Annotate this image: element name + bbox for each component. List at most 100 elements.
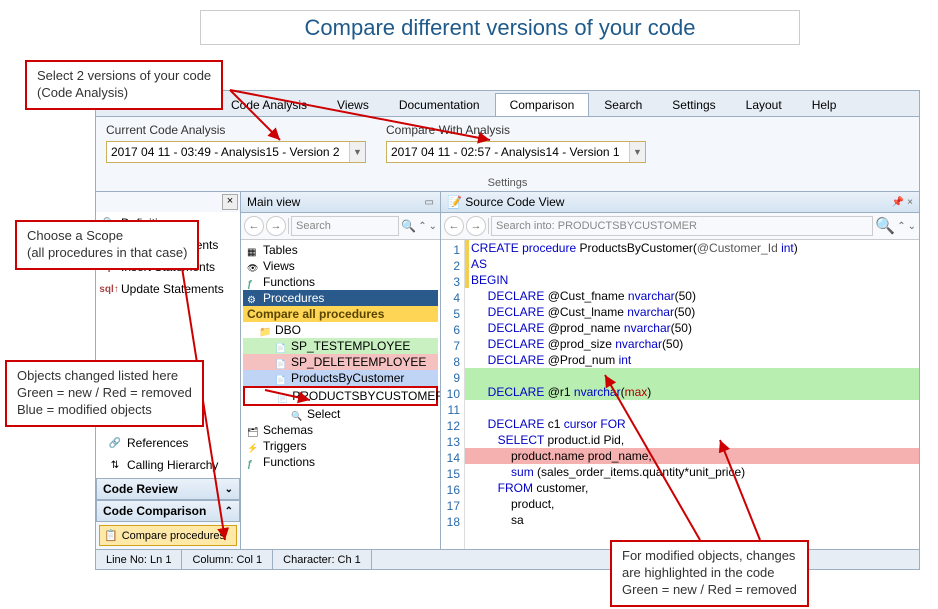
code-line: DECLARE @prod_size nvarchar(50) xyxy=(465,336,919,352)
tree-item-procedures[interactable]: Procedures xyxy=(243,290,438,306)
menu-tab-layout[interactable]: Layout xyxy=(731,93,797,116)
compare-analysis-combo[interactable]: 2017 04 11 - 02:57 - Analysis14 - Versio… xyxy=(386,141,646,163)
sp-icon xyxy=(275,340,287,352)
code-line: product, xyxy=(465,496,919,512)
tree-item-sp_deleteemployee[interactable]: SP_DELETEEMPLOYEE xyxy=(243,354,438,370)
code-line: SELECT product.id Pid, xyxy=(465,432,919,448)
folder-icon xyxy=(259,324,271,336)
references-item[interactable]: 🔗References xyxy=(102,432,234,454)
code-icon: 📝 xyxy=(447,195,462,209)
tree-item-productsbycustomer[interactable]: ProductsByCustomer xyxy=(243,370,438,386)
menu-tab-comparison[interactable]: Comparison xyxy=(495,93,590,116)
main-view-panel: Main view ▭ ← → Search 🔍 ⌃ ⌄ TablesViews… xyxy=(241,192,441,549)
tree-item-views[interactable]: Views xyxy=(243,258,438,274)
fn-icon xyxy=(247,276,259,288)
pin-icon[interactable]: 📌 xyxy=(892,197,904,208)
compare-procedures-button[interactable]: 📋Compare procedures xyxy=(99,525,237,546)
menu-tab-settings[interactable]: Settings xyxy=(657,93,730,116)
sp-icon xyxy=(275,372,287,384)
callout-choose-scope: Choose a Scope (all procedures in that c… xyxy=(15,220,199,270)
collapse-icon[interactable]: ⌄ xyxy=(908,221,916,232)
code-line: DECLARE c1 cursor FOR xyxy=(465,416,919,432)
fn-icon xyxy=(247,456,259,468)
code-line: FROM customer, xyxy=(465,480,919,496)
code-toolbar: ← → Search into: PRODUCTSBYCUSTOMER 🔍 ⌃ … xyxy=(441,213,919,240)
menu-tab-documentation[interactable]: Documentation xyxy=(384,93,495,116)
code-line: sa xyxy=(465,512,919,528)
code-line: DECLARE @Cust_fname nvarchar(50) xyxy=(465,288,919,304)
app-window: Code AnalysisViewsDocumentationCompariso… xyxy=(95,90,920,570)
forward-button[interactable]: → xyxy=(466,216,486,236)
sp-icon xyxy=(277,390,288,402)
collapse-icon[interactable]: ⌄ xyxy=(429,221,437,232)
code-line xyxy=(465,368,919,384)
tree-item-compare-all-procedures[interactable]: Compare all procedures xyxy=(243,306,438,322)
tree-item-sp_testemployee[interactable]: SP_TESTEMPLOYEE xyxy=(243,338,438,354)
status-char: Character: Ch 1 xyxy=(273,550,372,569)
main-view-header: Main view ▭ xyxy=(241,192,440,213)
tree-item-schemas[interactable]: Schemas xyxy=(243,422,438,438)
code-comparison-section[interactable]: Code Comparison⌃ xyxy=(96,500,240,522)
menu-tab-search[interactable]: Search xyxy=(589,93,657,116)
current-analysis-label: Current Code Analysis xyxy=(106,123,366,137)
code-line: BEGIN xyxy=(465,272,919,288)
chevron-down-icon[interactable]: ▼ xyxy=(349,142,365,162)
callout-select-versions: Select 2 versions of your code (Code Ana… xyxy=(25,60,223,110)
search-icon[interactable]: 🔍 xyxy=(875,216,895,236)
code-line: DECLARE @r1 nvarchar(max) xyxy=(465,384,919,400)
sp-icon xyxy=(275,356,287,368)
side-item-update-statements[interactable]: sql↑Update Statements xyxy=(96,278,240,300)
source-code-header: 📝 Source Code View 📌× xyxy=(441,192,919,213)
code-line: CREATE procedure ProductsByCustomer(@Cus… xyxy=(465,240,919,256)
menu-tab-code-analysis[interactable]: Code Analysis xyxy=(216,93,322,116)
current-analysis-combo[interactable]: 2017 04 11 - 03:49 - Analysis15 - Versio… xyxy=(106,141,366,163)
tree-item-productsbycustomer[interactable]: PRODUCTSBYCUSTOMER xyxy=(243,386,438,406)
back-button[interactable]: ← xyxy=(244,216,264,236)
tree-item-functions[interactable]: Functions xyxy=(243,274,438,290)
code-line xyxy=(465,400,919,416)
code-line: product.name prod_name, xyxy=(465,448,919,464)
schema-icon xyxy=(247,424,259,436)
tree-item-tables[interactable]: Tables xyxy=(243,242,438,258)
expand-icon[interactable]: ⌃ xyxy=(418,221,426,232)
code-editor[interactable]: 123456789101112131415161718 CREATE proce… xyxy=(441,240,919,549)
ribbon-group-caption: Settings xyxy=(96,167,919,192)
code-line: DECLARE @prod_name nvarchar(50) xyxy=(465,320,919,336)
tree-item-dbo[interactable]: DBO xyxy=(243,322,438,338)
tree-item-select[interactable]: Select xyxy=(243,406,438,422)
search-icon[interactable]: 🔍 xyxy=(401,219,416,233)
callout-highlights: For modified objects, changes are highli… xyxy=(610,540,809,607)
menu-tab-help[interactable]: Help xyxy=(797,93,852,116)
hierarchy-icon: ⇅ xyxy=(108,458,122,472)
menu-tab-views[interactable]: Views xyxy=(322,93,384,116)
tree-item-functions[interactable]: Functions xyxy=(243,454,438,470)
code-line: DECLARE @Prod_num int xyxy=(465,352,919,368)
status-line: Line No: Ln 1 xyxy=(96,550,182,569)
sql-icon: sql↑ xyxy=(102,282,116,296)
line-gutter: 123456789101112131415161718 xyxy=(441,240,465,549)
hierarchy-item[interactable]: ⇅Calling Hierarchy xyxy=(102,454,234,476)
compare-icon: 📋 xyxy=(104,529,118,542)
expand-icon[interactable]: ⌃ xyxy=(897,221,905,232)
source-code-panel: 📝 Source Code View 📌× ← → Search into: P… xyxy=(441,192,919,549)
chevron-up-icon: ⌃ xyxy=(225,506,233,517)
back-button[interactable]: ← xyxy=(444,216,464,236)
callout-objects-changed: Objects changed listed here Green = new … xyxy=(5,360,204,427)
chevron-down-icon[interactable]: ▼ xyxy=(629,142,645,162)
object-tree: TablesViewsFunctionsProceduresCompare al… xyxy=(241,240,440,549)
code-line: sum (sales_order_items.quantity*unit_pri… xyxy=(465,464,919,480)
close-icon[interactable]: × xyxy=(907,197,913,208)
workspace: × 🔍DefinitionsqlSelect Statementssql+Ins… xyxy=(96,192,919,549)
trig-icon xyxy=(247,440,259,452)
page-title: Compare different versions of your code xyxy=(200,10,800,45)
code-line: DECLARE @Cust_lname nvarchar(50) xyxy=(465,304,919,320)
close-icon[interactable]: × xyxy=(222,194,238,210)
tree-search-input[interactable]: Search xyxy=(291,216,399,236)
maximize-icon[interactable]: ▭ xyxy=(425,197,434,208)
proc-icon xyxy=(247,292,259,304)
code-search-input[interactable]: Search into: PRODUCTSBYCUSTOMER xyxy=(491,216,873,236)
code-line: AS xyxy=(465,256,919,272)
tree-item-triggers[interactable]: Triggers xyxy=(243,438,438,454)
code-review-section[interactable]: Code Review⌄ xyxy=(96,478,240,500)
forward-button[interactable]: → xyxy=(266,216,286,236)
